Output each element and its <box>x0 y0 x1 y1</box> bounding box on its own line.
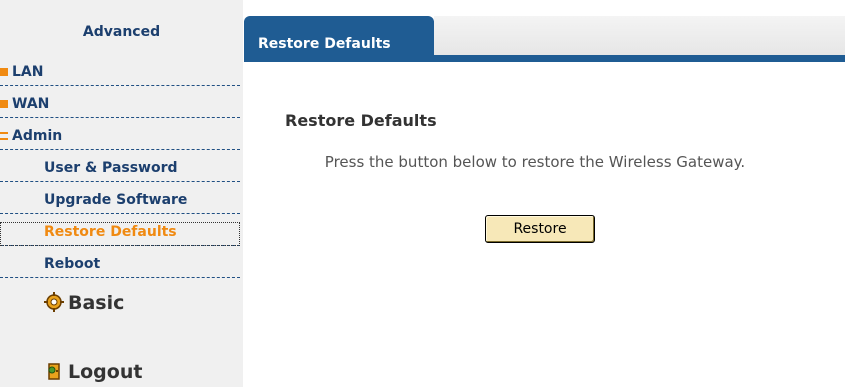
sidebar-item-reboot[interactable]: Reboot <box>0 254 240 278</box>
sidebar-item-restore-defaults[interactable]: Restore Defaults <box>0 222 240 246</box>
sidebar-item-label: Upgrade Software <box>44 192 188 208</box>
bullet-icon <box>0 100 8 108</box>
restore-button[interactable]: Restore <box>485 215 595 243</box>
bullet-icon <box>0 68 8 76</box>
sidebar-item-lan[interactable]: LAN <box>0 62 240 86</box>
basic-label: Basic <box>68 292 125 314</box>
tab-underline <box>244 55 845 62</box>
sidebar-item-label: User & Password <box>44 160 178 176</box>
sidebar-item-label: LAN <box>12 64 44 80</box>
gear-icon <box>44 292 64 312</box>
sidebar-item-user-password[interactable]: User & Password <box>0 158 240 182</box>
sidebar-item-upgrade-software[interactable]: Upgrade Software <box>0 190 240 214</box>
logout-label: Logout <box>68 361 143 383</box>
logout-icon <box>44 361 64 381</box>
page-title: Restore Defaults <box>285 111 437 130</box>
page: Advanced LAN WAN Admin User & Password U… <box>0 0 845 387</box>
description-text: Press the button below to restore the Wi… <box>324 153 746 171</box>
sidebar: Advanced LAN WAN Admin User & Password U… <box>0 0 243 387</box>
sidebar-item-label: WAN <box>12 96 50 112</box>
sidebar-item-admin[interactable]: Admin <box>0 126 240 150</box>
sidebar-item-label: Admin <box>12 128 63 144</box>
sidebar-title: Advanced <box>82 24 161 40</box>
collapse-icon <box>0 132 8 140</box>
sidebar-item-wan[interactable]: WAN <box>0 94 240 118</box>
basic-link[interactable]: Basic <box>44 292 124 314</box>
sidebar-item-label: Reboot <box>44 256 101 272</box>
logout-link[interactable]: Logout <box>44 361 142 383</box>
sidebar-item-label: Restore Defaults <box>44 224 177 240</box>
